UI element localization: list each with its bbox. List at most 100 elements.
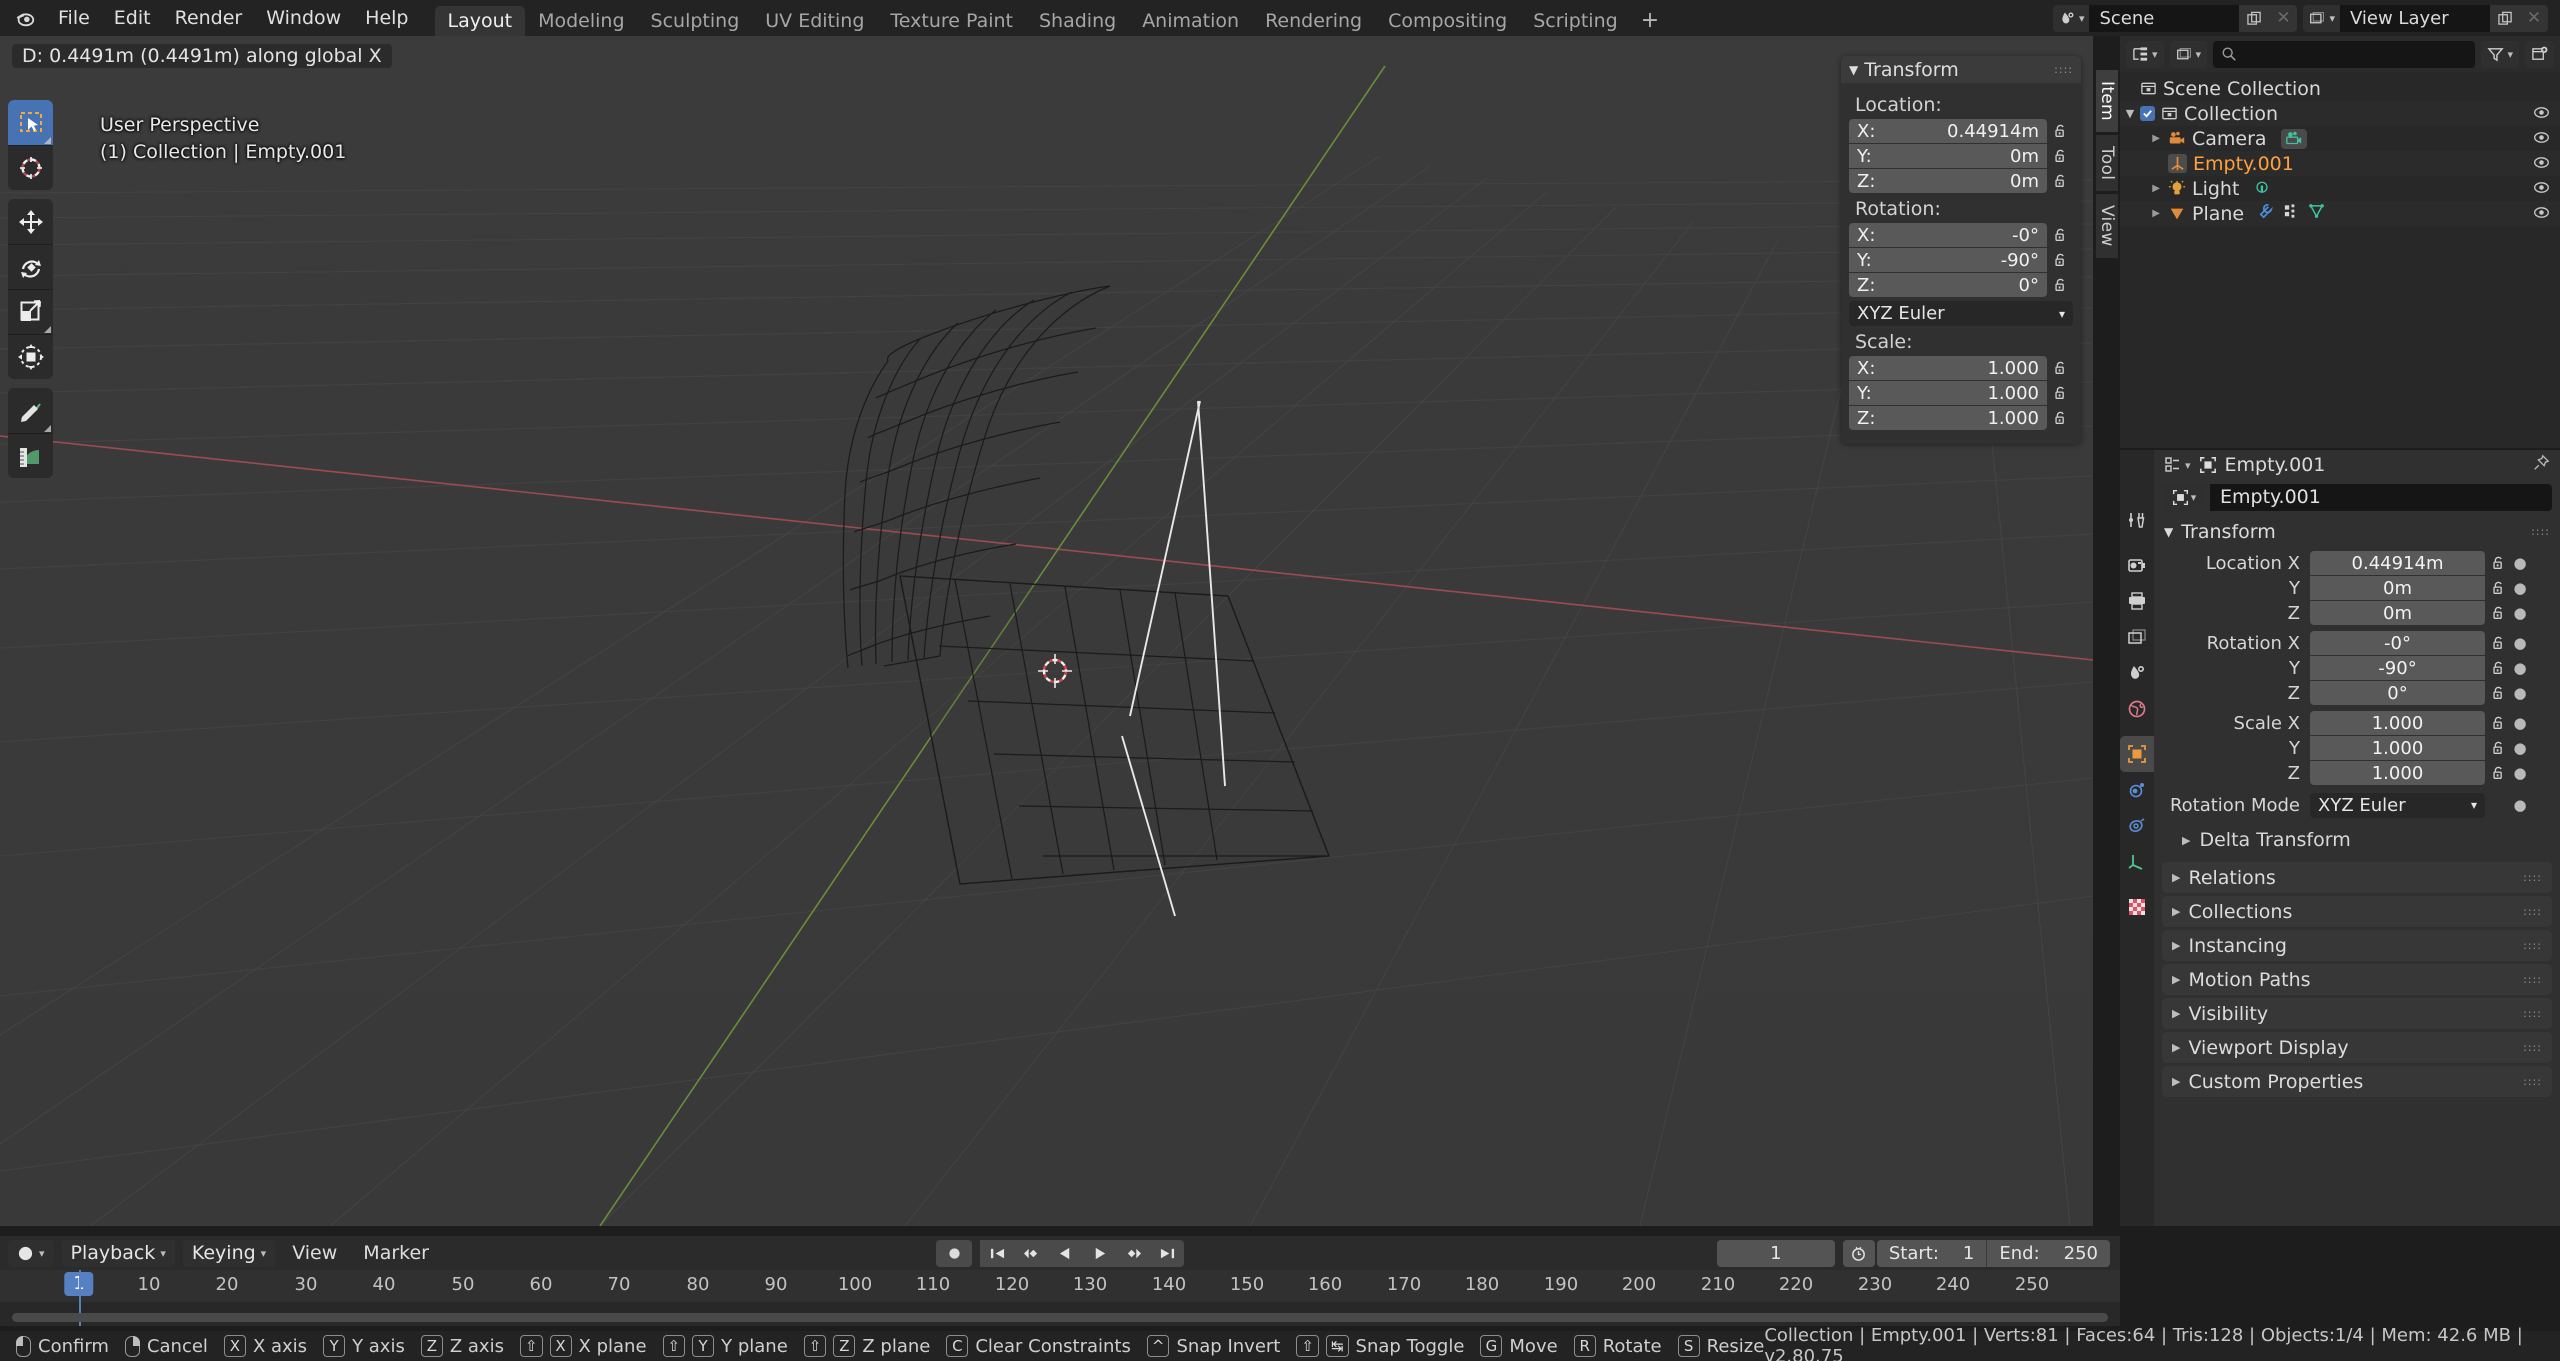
timeline-menu-view[interactable]: View <box>283 1240 346 1267</box>
animate-location-z-dot[interactable]: ● <box>2511 604 2529 622</box>
transform-panel-header[interactable]: ▼ Transform :::: <box>1841 56 2081 83</box>
object-location-z-value[interactable]: 0m <box>2310 601 2485 625</box>
panel-collections[interactable]: ▶ Collections :::: <box>2162 896 2552 927</box>
sidebar-tab-view[interactable]: View <box>2096 194 2118 258</box>
scene-name-field[interactable]: Scene <box>2089 4 2240 32</box>
animate-rotation-x-dot[interactable]: ● <box>2511 634 2529 652</box>
tool-rotate[interactable] <box>8 244 53 289</box>
tool-annotate[interactable] <box>8 388 53 433</box>
location-z-field[interactable]: Z: 0m <box>1849 169 2047 193</box>
properties-tab-view-layer[interactable] <box>2120 619 2154 655</box>
timeline-horizontal-scrollbar[interactable] <box>12 1313 2108 1322</box>
panel-grip-icon[interactable]: :::: <box>2523 1008 2542 1019</box>
mesh-data-icon[interactable] <box>2308 203 2325 225</box>
outliner-new-collection-button[interactable] <box>2525 40 2554 68</box>
workspace-tab-layout[interactable]: Layout <box>434 6 526 36</box>
view-layer-duplicate-button[interactable] <box>2490 4 2520 32</box>
jump-to-next-keyframe-button[interactable] <box>1116 1239 1150 1267</box>
timeline-menu-playback[interactable]: Playback ▾ <box>61 1239 175 1267</box>
object-id-icon-button[interactable]: ▾ <box>2162 483 2206 511</box>
play-reverse-button[interactable] <box>1048 1239 1082 1267</box>
outliner-row-light[interactable]: ▶ Light <box>2120 176 2560 201</box>
menu-file[interactable]: File <box>46 4 102 32</box>
panel-grip-icon[interactable]: :::: <box>2523 974 2542 985</box>
sidebar-tab-item[interactable]: Item <box>2096 70 2118 132</box>
workspace-tab-uv-editing[interactable]: UV Editing <box>752 6 877 36</box>
scene-duplicate-button[interactable] <box>2239 4 2270 32</box>
animate-rotation-y-dot[interactable]: ● <box>2511 659 2529 677</box>
plane-visibility-eye-icon[interactable] <box>2533 204 2550 226</box>
workspace-tab-shading[interactable]: Shading <box>1026 6 1129 36</box>
workspace-tab-sculpting[interactable]: Sculpting <box>638 6 753 36</box>
rotation-mode-select[interactable]: XYZ Euler ▾ <box>2310 792 2485 818</box>
view-layer-icon[interactable]: ▾ <box>2303 4 2340 32</box>
disclosure-triangle-right-icon[interactable]: ▶ <box>2120 133 2164 144</box>
workspace-tab-modeling[interactable]: Modeling <box>525 6 637 36</box>
lock-scale-y-icon[interactable] <box>2485 740 2511 756</box>
pin-icon[interactable] <box>2532 454 2550 477</box>
tool-move[interactable] <box>8 199 53 244</box>
blender-logo-icon[interactable] <box>8 0 42 36</box>
3d-viewport[interactable]: D: 0.4491m (0.4491m) along global X User… <box>0 36 2093 1226</box>
properties-tab-texture[interactable] <box>2120 889 2154 925</box>
location-y-field[interactable]: Y: 0m <box>1849 144 2047 168</box>
object-name-field[interactable]: Empty.001 <box>2210 483 2552 511</box>
rotation-mode-dropdown[interactable]: XYZ Euler ▾ <box>1849 301 2073 326</box>
lock-scale-z-icon[interactable] <box>2047 410 2073 426</box>
view-layer-selector[interactable]: ▾ View Layer ✕ <box>2303 4 2548 32</box>
menu-render[interactable]: Render <box>163 4 255 32</box>
modifier-icon[interactable] <box>2258 203 2275 225</box>
disclosure-triangle-down-icon[interactable]: ▼ <box>2120 107 2140 120</box>
panel-grip-icon[interactable]: :::: <box>2054 64 2073 75</box>
animate-rotation-z-dot[interactable]: ● <box>2511 684 2529 702</box>
tool-tweak-select[interactable] <box>8 100 53 145</box>
vertex-group-icon[interactable] <box>2283 203 2300 225</box>
panel-motion-paths[interactable]: ▶ Motion Paths :::: <box>2162 964 2552 995</box>
lock-rotation-z-icon[interactable] <box>2047 277 2073 293</box>
workspace-tab-texture-paint[interactable]: Texture Paint <box>877 6 1026 36</box>
panel-relations[interactable]: ▶ Relations :::: <box>2162 862 2552 893</box>
object-rotation-z-value[interactable]: 0° <box>2310 681 2485 705</box>
panel-instancing[interactable]: ▶ Instancing :::: <box>2162 930 2552 961</box>
lock-location-z-icon[interactable] <box>2485 605 2511 621</box>
animate-scale-x-dot[interactable]: ● <box>2511 714 2529 732</box>
scene-icon[interactable]: ▾ <box>2052 4 2090 32</box>
jump-to-start-button[interactable] <box>980 1239 1014 1267</box>
panel-grip-icon[interactable]: :::: <box>2523 906 2542 917</box>
object-scale-x-value[interactable]: 1.000 <box>2310 711 2485 735</box>
jump-to-previous-keyframe-button[interactable] <box>1014 1239 1048 1267</box>
object-rotation-x-value[interactable]: -0° <box>2310 631 2485 655</box>
lock-rotation-x-icon[interactable] <box>2047 227 2073 243</box>
panel-grip-icon[interactable]: :::: <box>2523 872 2542 883</box>
tool-transform[interactable] <box>8 334 53 379</box>
menu-help[interactable]: Help <box>353 4 420 32</box>
properties-tab-render[interactable] <box>2120 547 2154 583</box>
menu-edit[interactable]: Edit <box>102 4 163 32</box>
object-location-y-value[interactable]: 0m <box>2310 576 2485 600</box>
scene-selector[interactable]: ▾ Scene ✕ <box>2052 4 2298 32</box>
play-button[interactable] <box>1082 1239 1116 1267</box>
auto-keying-button[interactable] <box>936 1239 972 1267</box>
menu-window[interactable]: Window <box>254 4 353 32</box>
disclosure-triangle-right-icon[interactable]: ▶ <box>2120 208 2164 219</box>
animate-location-x-dot[interactable]: ● <box>2511 554 2529 572</box>
properties-tab-tool[interactable] <box>2120 502 2154 538</box>
properties-editor[interactable]: ▾ Empty.001 ▾ Empty.001 ▼ Transform::::… <box>2120 450 2560 1226</box>
start-frame-field[interactable]: Start: 1 <box>1876 1239 1987 1267</box>
object-rotation-y-value[interactable]: -90° <box>2310 656 2485 680</box>
camera-visibility-eye-icon[interactable] <box>2533 129 2550 151</box>
collection-visibility-eye-icon[interactable] <box>2533 104 2550 126</box>
outliner-row-camera[interactable]: ▶ Camera <box>2120 126 2560 151</box>
properties-tab-output[interactable] <box>2120 583 2154 619</box>
object-transform-panel-header[interactable]: ▼ Transform :::: <box>2154 516 2560 547</box>
lock-rotation-y-icon[interactable] <box>2485 660 2511 676</box>
lock-rotation-z-icon[interactable] <box>2485 685 2511 701</box>
workspace-tab-compositing[interactable]: Compositing <box>1375 6 1520 36</box>
animate-rotation-mode-dot[interactable]: ● <box>2511 796 2529 814</box>
end-frame-field[interactable]: End: 250 <box>1986 1239 2110 1267</box>
outliner-row-scene-collection[interactable]: Scene Collection <box>2120 76 2560 101</box>
current-frame-field[interactable]: 1 <box>1716 1239 1835 1267</box>
location-x-field[interactable]: X: 0.44914m <box>1849 119 2047 143</box>
lock-location-x-icon[interactable] <box>2047 123 2073 139</box>
view-layer-remove-button[interactable]: ✕ <box>2520 4 2548 32</box>
